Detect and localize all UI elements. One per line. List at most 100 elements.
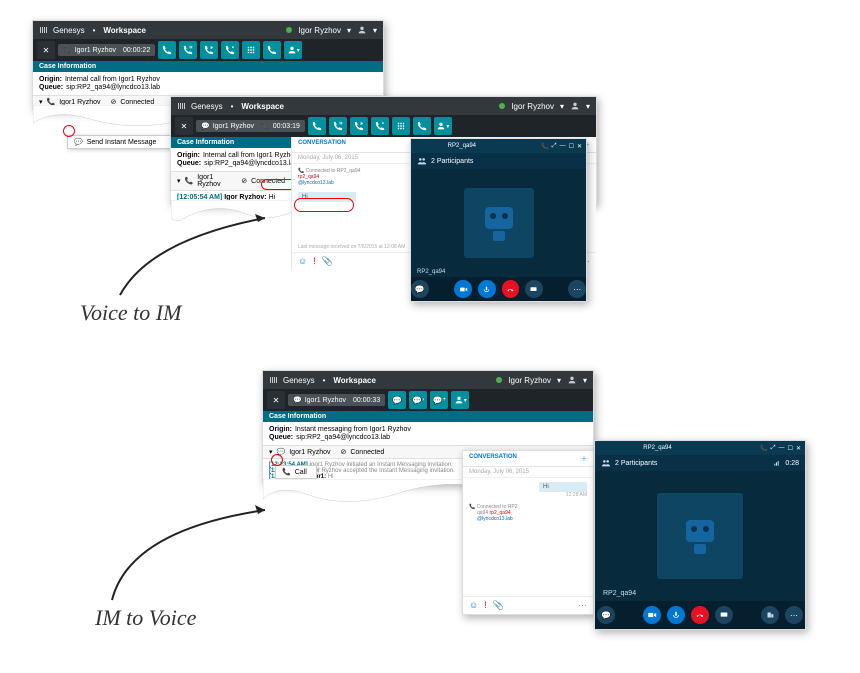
answer-button[interactable] bbox=[158, 41, 176, 59]
hangup-button[interactable] bbox=[691, 606, 709, 624]
video-button[interactable] bbox=[454, 280, 472, 298]
case-info-body: Origin:Internal call from Igor1 Ryzhov Q… bbox=[33, 72, 383, 95]
caret-down-icon[interactable]: ▾ bbox=[583, 376, 587, 385]
hold-button[interactable] bbox=[329, 117, 347, 135]
party-button[interactable]: ▾ bbox=[284, 41, 302, 59]
arrow-voice-to-im bbox=[110, 210, 280, 305]
transfer-button[interactable] bbox=[200, 41, 218, 59]
participants-label: 2 Participants bbox=[615, 460, 657, 467]
maximize-icon[interactable]: ☐ bbox=[569, 143, 574, 150]
call-icon[interactable]: 📞 bbox=[760, 445, 767, 452]
attachment-icon[interactable]: 📎 bbox=[322, 256, 333, 267]
keypad-button[interactable] bbox=[392, 117, 410, 135]
call-icon[interactable]: 📞 bbox=[541, 143, 548, 150]
presence-dot-icon bbox=[499, 103, 505, 109]
timer: 00:03:19 bbox=[273, 123, 300, 130]
party-chip[interactable]: 💬 Igor1 Ryzhov 00:00:33 bbox=[288, 394, 385, 406]
caret-down-icon[interactable]: ▾ bbox=[586, 102, 590, 111]
popout-icon[interactable]: ⤢ bbox=[771, 445, 776, 452]
skype-control-bar: 💬 ⋯ bbox=[411, 277, 586, 301]
mic-button[interactable] bbox=[478, 280, 496, 298]
share-button[interactable] bbox=[525, 280, 543, 298]
person-icon[interactable] bbox=[567, 375, 577, 385]
red-highlight-msg bbox=[294, 198, 354, 212]
mic-button[interactable] bbox=[667, 606, 685, 624]
party-chip[interactable]: 💬 Igor1 Ryzhov 📞 00:03:19 bbox=[196, 120, 305, 132]
close-interaction-button[interactable]: ✕ bbox=[37, 41, 55, 59]
timer: 00:00:22 bbox=[123, 47, 150, 54]
presence-dot-icon bbox=[286, 27, 292, 33]
skype-title: RP2_qa94 bbox=[448, 143, 476, 149]
participants-icon bbox=[601, 458, 611, 468]
status-value: Connected bbox=[350, 449, 384, 456]
caret-down-icon[interactable]: ▾ bbox=[347, 26, 351, 35]
chat-button[interactable]: 💬 bbox=[597, 606, 615, 624]
chat-conference-button[interactable]: 💬+ bbox=[430, 391, 448, 409]
party-name: Igor1 Ryzhov bbox=[213, 123, 254, 130]
person-icon[interactable] bbox=[357, 25, 367, 35]
chat-action-button[interactable]: 💬 bbox=[388, 391, 406, 409]
answer-button[interactable] bbox=[308, 117, 326, 135]
close-icon[interactable]: ✕ bbox=[577, 143, 582, 150]
close-icon[interactable]: ✕ bbox=[796, 445, 801, 452]
more-icon[interactable]: ⋯ bbox=[578, 600, 587, 611]
conference-button[interactable] bbox=[371, 117, 389, 135]
attachment-icon[interactable]: 📎 bbox=[493, 600, 504, 611]
caret-down-icon[interactable]: ▾ bbox=[373, 26, 377, 35]
hangup-button[interactable] bbox=[502, 280, 520, 298]
send-im-menu-item[interactable]: 💬 Send Instant Message bbox=[68, 136, 178, 148]
more-button[interactable]: ⋯ bbox=[568, 280, 586, 298]
conversation-icons-bar: ☺ ! 📎 ⋯ bbox=[463, 596, 593, 614]
keypad-button[interactable] bbox=[242, 41, 260, 59]
call-menu-item[interactable]: 📞 Call bbox=[276, 466, 316, 478]
hold-button[interactable] bbox=[179, 41, 197, 59]
conference-button[interactable] bbox=[221, 41, 239, 59]
emoji-icon[interactable]: ☺ bbox=[298, 256, 307, 267]
phone-icon: 📞 bbox=[469, 504, 475, 510]
chat-button[interactable]: 💬 bbox=[411, 280, 429, 298]
caret-down-icon[interactable]: ▾ bbox=[560, 102, 564, 111]
minimize-icon[interactable]: — bbox=[560, 143, 566, 150]
brand-product: Genesys bbox=[191, 102, 223, 111]
phone-icon: 📞 bbox=[185, 177, 194, 185]
skype-name-label: RP2_qa94 bbox=[603, 590, 636, 597]
scene3-skype-window: RP2_qa94 📞 ⤢ — ☐ ✕ 2 Participants 0:28 R… bbox=[594, 440, 806, 630]
video-button[interactable] bbox=[643, 606, 661, 624]
close-interaction-button[interactable]: ✕ bbox=[267, 391, 285, 409]
sip-link[interactable]: @lyncdco13.lab bbox=[477, 516, 513, 522]
share-button[interactable] bbox=[715, 606, 733, 624]
priority-icon[interactable]: ! bbox=[313, 256, 316, 267]
call-action-button[interactable] bbox=[263, 41, 281, 59]
interaction-toolbar: ✕ 💬 Igor1 Ryzhov 📞 00:03:19 ▾ bbox=[171, 115, 596, 137]
call-duration: 0:28 bbox=[785, 460, 799, 467]
avatar-placeholder bbox=[464, 188, 534, 258]
interaction-toolbar: ✕ 💬 Igor1 Ryzhov 00:00:33 💬 💬› 💬+ ▾ bbox=[263, 389, 593, 411]
presence-dot-icon bbox=[496, 377, 502, 383]
call-action-button[interactable] bbox=[413, 117, 431, 135]
more-button[interactable]: ⋯ bbox=[785, 606, 803, 624]
devices-button[interactable] bbox=[761, 606, 779, 624]
context-menu: 📞 Call bbox=[275, 465, 317, 479]
party-button[interactable]: ▾ bbox=[434, 117, 452, 135]
priority-icon[interactable]: ! bbox=[484, 600, 487, 611]
signal-icon bbox=[773, 459, 781, 467]
conversation-tab[interactable]: CONVERSATION bbox=[298, 140, 346, 149]
person-icon[interactable] bbox=[570, 101, 580, 111]
sip-link[interactable]: @lyncdco13.lab bbox=[298, 180, 334, 186]
add-icon[interactable]: ＋ bbox=[581, 454, 587, 463]
caret-down-icon[interactable]: ▾ bbox=[557, 376, 561, 385]
party-chip[interactable]: 📞 Igor1 Ryzhov 00:00:22 bbox=[58, 44, 155, 56]
close-interaction-button[interactable]: ✕ bbox=[175, 117, 193, 135]
scene3-conversation-pane: CONVERSATION ＋ Monday, July 06, 2015 Hi … bbox=[462, 450, 594, 615]
conversation-tab[interactable]: CONVERSATION bbox=[469, 454, 517, 463]
participants-icon bbox=[417, 156, 427, 166]
case-info-header: Case Information bbox=[33, 61, 383, 72]
popout-icon[interactable]: ⤢ bbox=[552, 143, 557, 150]
minimize-icon[interactable]: — bbox=[779, 445, 785, 452]
party-button[interactable]: ▾ bbox=[451, 391, 469, 409]
emoji-icon[interactable]: ☺ bbox=[469, 600, 478, 611]
msg-time: 12:28 AM bbox=[469, 492, 587, 498]
transfer-button[interactable] bbox=[350, 117, 368, 135]
chat-transfer-button[interactable]: 💬› bbox=[409, 391, 427, 409]
maximize-icon[interactable]: ☐ bbox=[788, 445, 793, 452]
